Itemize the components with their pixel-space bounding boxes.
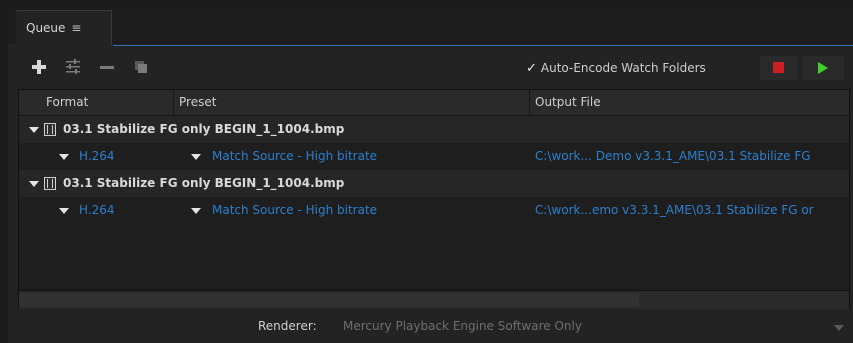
column-divider[interactable] bbox=[173, 90, 174, 115]
column-output-file[interactable]: Output File bbox=[535, 90, 601, 115]
settings-sliders-icon[interactable] bbox=[64, 58, 82, 76]
film-icon bbox=[44, 123, 56, 136]
queue-source-row[interactable]: 03.1 Stabilize FG only BEGIN_1_1004.bmp bbox=[19, 170, 849, 197]
preset-dropdown-icon[interactable] bbox=[191, 154, 201, 160]
source-name: 03.1 Stabilize FG only BEGIN_1_1004.bmp bbox=[63, 176, 345, 190]
column-preset[interactable]: Preset bbox=[179, 90, 216, 115]
renderer-dropdown-icon[interactable] bbox=[834, 325, 844, 331]
add-icon[interactable] bbox=[30, 58, 48, 76]
queue-list: Format Preset Output File 03.1 Stabilize… bbox=[18, 89, 850, 309]
expand-caret-icon[interactable] bbox=[29, 127, 39, 133]
start-queue-button[interactable] bbox=[802, 56, 844, 80]
column-divider[interactable] bbox=[529, 90, 530, 115]
tab-accent-line bbox=[113, 45, 853, 46]
renderer-label: Renderer: bbox=[258, 319, 317, 333]
source-name: 03.1 Stabilize FG only BEGIN_1_1004.bmp bbox=[63, 122, 345, 136]
stop-queue-button[interactable] bbox=[760, 56, 798, 80]
expand-caret-icon[interactable] bbox=[29, 181, 39, 187]
column-header: Format Preset Output File bbox=[19, 90, 849, 116]
preset-link[interactable]: Match Source - High bitrate bbox=[212, 143, 377, 170]
tab-strip: Queue ≡ bbox=[8, 4, 853, 46]
preset-dropdown-icon[interactable] bbox=[191, 208, 201, 214]
preset-link[interactable]: Match Source - High bitrate bbox=[212, 197, 377, 224]
tab-queue[interactable]: Queue ≡ bbox=[16, 10, 112, 46]
queue-output-row[interactable]: H.264 Match Source - High bitrate C:\wor… bbox=[19, 143, 849, 170]
format-link[interactable]: H.264 bbox=[79, 197, 115, 224]
panel-menu-icon[interactable]: ≡ bbox=[71, 21, 81, 35]
queue-panel: Queue ≡ ✓ Auto-Encode Watch Folders Form… bbox=[8, 4, 853, 343]
film-icon bbox=[44, 177, 56, 190]
horizontal-scrollbar[interactable] bbox=[19, 290, 849, 309]
renderer-bar: Renderer: Mercury Playback Engine Softwa… bbox=[8, 310, 853, 343]
queue-output-row[interactable]: H.264 Match Source - High bitrate C:\wor… bbox=[19, 197, 849, 224]
format-dropdown-icon[interactable] bbox=[59, 208, 69, 214]
tab-queue-label: Queue bbox=[26, 21, 66, 35]
auto-encode-label: Auto-Encode Watch Folders bbox=[540, 61, 706, 75]
play-icon bbox=[818, 62, 828, 74]
checkmark-icon: ✓ bbox=[526, 61, 537, 76]
queue-source-row[interactable]: 03.1 Stabilize FG only BEGIN_1_1004.bmp bbox=[19, 116, 849, 143]
scrollbar-thumb[interactable] bbox=[19, 293, 639, 307]
output-file-link[interactable]: C:\work...emo v3.3.1_AME\03.1 Stabilize … bbox=[535, 197, 849, 224]
renderer-select[interactable]: Mercury Playback Engine Software Only bbox=[343, 319, 582, 333]
stop-icon bbox=[773, 62, 784, 73]
duplicate-icon[interactable] bbox=[132, 58, 150, 76]
auto-encode-checkbox[interactable]: ✓ Auto-Encode Watch Folders bbox=[526, 59, 706, 77]
output-file-link[interactable]: C:\work... Demo v3.3.1_AME\03.1 Stabiliz… bbox=[535, 143, 849, 170]
remove-icon[interactable] bbox=[98, 58, 116, 76]
format-dropdown-icon[interactable] bbox=[59, 154, 69, 160]
queue-toolbar: ✓ Auto-Encode Watch Folders bbox=[8, 47, 853, 89]
column-format[interactable]: Format bbox=[46, 90, 88, 115]
format-link[interactable]: H.264 bbox=[79, 143, 115, 170]
